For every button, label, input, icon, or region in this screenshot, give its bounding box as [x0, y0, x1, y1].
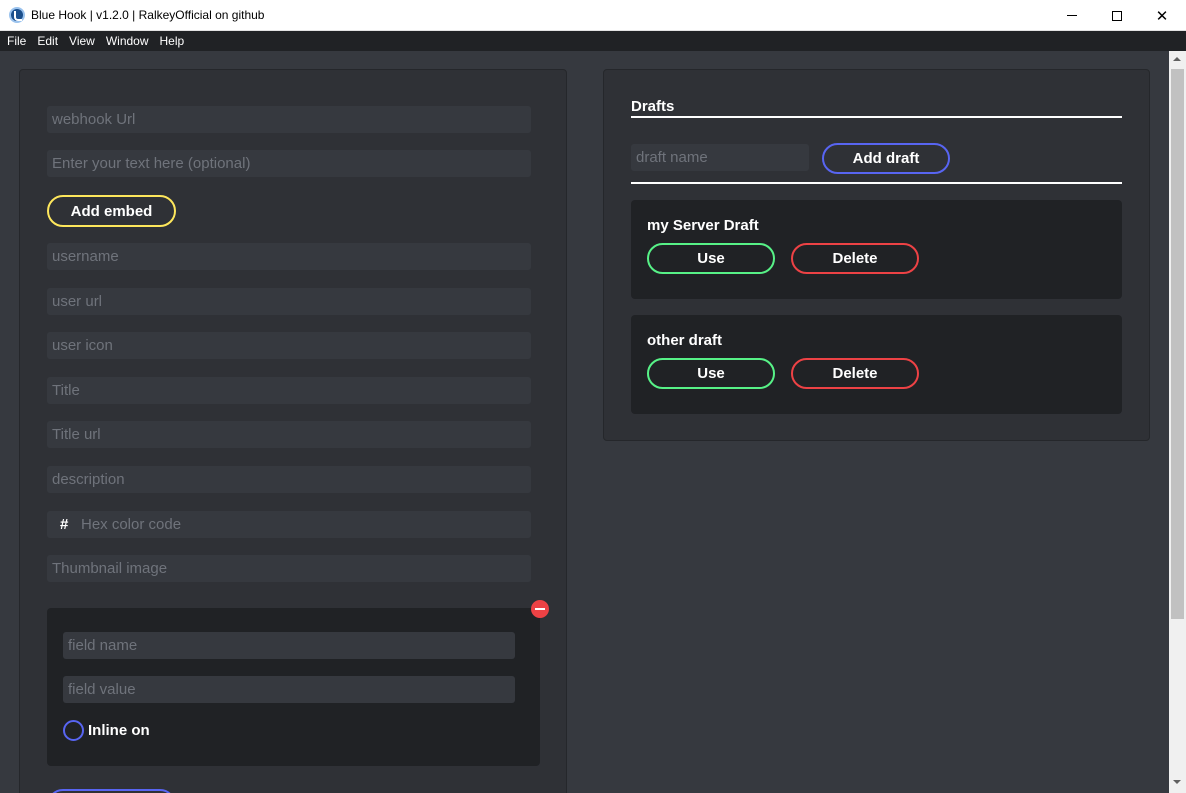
window-title: Blue Hook | v1.2.0 | RalkeyOfficial on g…: [31, 8, 265, 22]
menu-help[interactable]: Help: [160, 34, 185, 48]
menu-file[interactable]: File: [7, 34, 26, 48]
delete-draft-button[interactable]: Delete: [791, 243, 919, 274]
webhook-url-input[interactable]: [47, 106, 531, 133]
hex-color-input[interactable]: [76, 511, 531, 538]
draft-name: other draft: [647, 332, 722, 349]
minimize-button[interactable]: [1049, 0, 1095, 31]
drafts-title-rule: [631, 116, 1122, 118]
draft-card: my Server Draft Use Delete: [631, 200, 1122, 299]
scroll-down-icon[interactable]: [1173, 780, 1181, 784]
description-input[interactable]: [47, 466, 531, 493]
drafts-panel: Drafts Add draft my Server Draft Use Del…: [603, 69, 1150, 441]
app-logo-icon: [9, 7, 25, 23]
hex-symbol: #: [60, 516, 69, 533]
vertical-scrollbar[interactable]: [1169, 51, 1186, 793]
menu-window[interactable]: Window: [106, 34, 149, 48]
scroll-up-icon[interactable]: [1173, 57, 1181, 61]
field-value-input[interactable]: [63, 676, 515, 703]
draft-name-input[interactable]: [631, 144, 809, 171]
thumbnail-input[interactable]: [47, 555, 531, 582]
menu-view[interactable]: View: [69, 34, 95, 48]
drafts-input-rule: [631, 182, 1122, 184]
partial-blue-button[interactable]: [47, 789, 176, 793]
maximize-icon: [1112, 10, 1122, 21]
username-input[interactable]: [47, 243, 531, 270]
scroll-thumb[interactable]: [1171, 69, 1184, 619]
use-draft-button[interactable]: Use: [647, 358, 775, 389]
maximize-button[interactable]: [1094, 0, 1140, 31]
draft-name: my Server Draft: [647, 217, 759, 234]
title-url-input[interactable]: [47, 421, 531, 448]
close-icon: ✕: [1155, 6, 1169, 25]
menu-bar: File Edit View Window Help: [0, 31, 1186, 51]
add-embed-button[interactable]: Add embed: [47, 195, 176, 227]
draft-card: other draft Use Delete: [631, 315, 1122, 414]
field-name-input[interactable]: [63, 632, 515, 659]
webhook-form-panel: Add embed # Inline on: [19, 69, 567, 793]
inline-radio[interactable]: [63, 720, 84, 741]
menu-edit[interactable]: Edit: [37, 34, 58, 48]
title-input[interactable]: [47, 377, 531, 404]
minimize-icon: [1067, 15, 1077, 16]
delete-draft-button[interactable]: Delete: [791, 358, 919, 389]
inline-label: Inline on: [88, 722, 150, 739]
use-draft-button[interactable]: Use: [647, 243, 775, 274]
user-icon-input[interactable]: [47, 332, 531, 359]
user-url-input[interactable]: [47, 288, 531, 315]
title-bar: Blue Hook | v1.2.0 | RalkeyOfficial on g…: [0, 0, 1186, 31]
add-draft-button[interactable]: Add draft: [822, 143, 950, 174]
close-button[interactable]: ✕: [1139, 0, 1185, 31]
message-text-input[interactable]: [47, 150, 531, 177]
drafts-title: Drafts: [631, 98, 675, 115]
remove-field-icon[interactable]: [531, 600, 549, 618]
